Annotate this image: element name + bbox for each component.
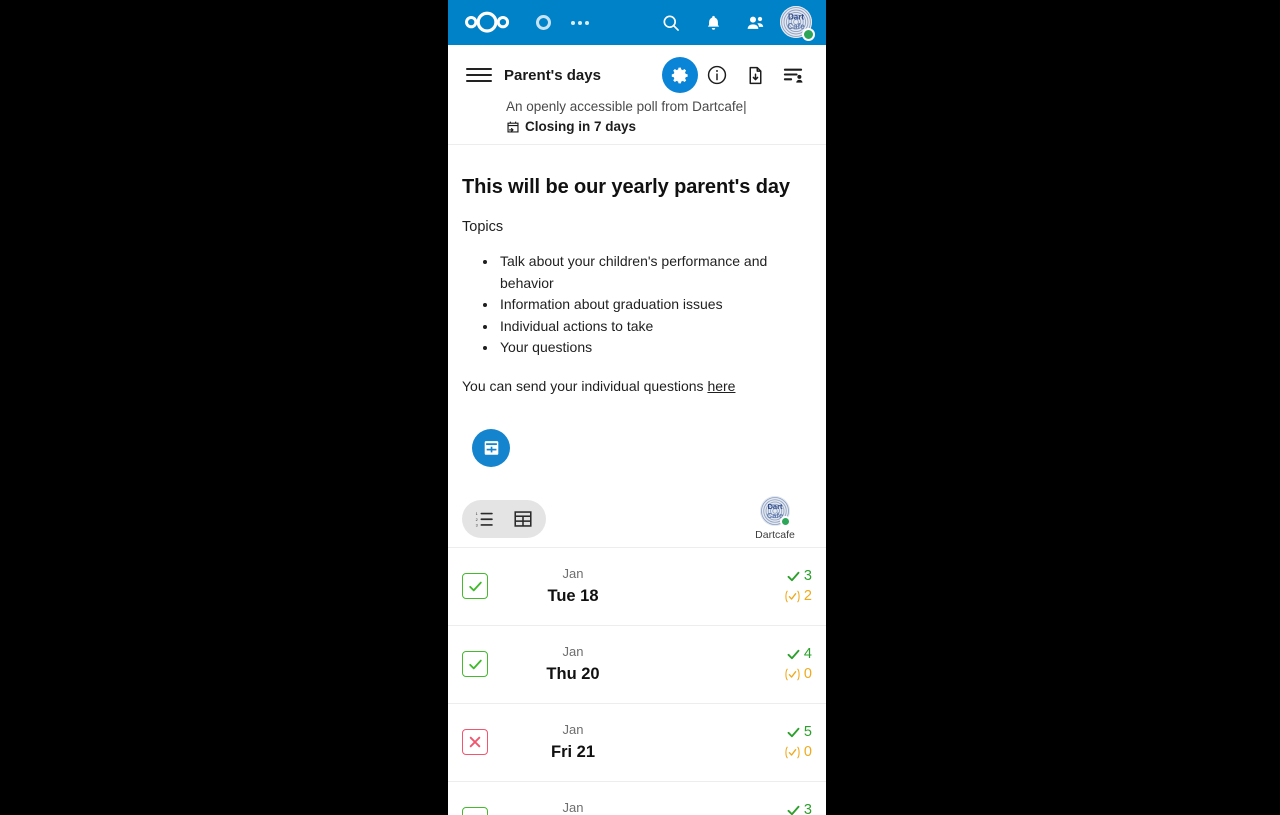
maybe-count-value: 0 — [803, 743, 812, 760]
option-month: Jan — [562, 722, 584, 737]
option-date: Jan Tue 18 — [508, 565, 638, 607]
table-row[interactable]: Jan Tue 18 3 2 — [448, 548, 826, 626]
option-date: Jan Mon 24 — [508, 799, 638, 815]
svg-text:Dart: Dart — [788, 12, 804, 21]
poll-heading: This will be our yearly parent's day — [462, 176, 790, 198]
vote-checkbox[interactable] — [462, 807, 488, 815]
vote-counts: 5 0 — [783, 723, 812, 760]
check-icon — [787, 805, 800, 815]
option-month: Jan — [562, 566, 584, 581]
option-day: Fri 21 — [550, 743, 596, 761]
vote-checkbox[interactable] — [462, 729, 488, 755]
check-icon — [787, 649, 800, 659]
yes-count: 3 — [785, 567, 812, 584]
apps-more-icon[interactable] — [560, 20, 600, 25]
search-icon[interactable] — [650, 8, 692, 38]
vote-counts: 3 2 — [783, 567, 812, 604]
description-footer: You can send your individual questions h… — [462, 378, 812, 394]
poll-options-list: Jan Tue 18 3 2 Jan Thu 20 4 0 Jan Fri 21… — [448, 546, 826, 815]
yes-count-value: 5 — [803, 723, 812, 740]
questions-link[interactable]: here — [707, 378, 735, 394]
table-row[interactable]: Jan Fri 21 5 0 — [448, 704, 826, 782]
svg-text:2: 2 — [476, 517, 478, 521]
list-item: Your questions — [498, 337, 812, 359]
user-avatar[interactable]: Dart Cafe — [780, 5, 815, 41]
vote-counts: 3 0 — [783, 801, 812, 815]
gear-icon[interactable] — [662, 57, 698, 93]
option-date: Jan Thu 20 — [508, 643, 638, 685]
option-day: Tue 18 — [547, 587, 599, 605]
poll-header: Parent's days An openly accessible poll … — [448, 45, 826, 145]
table-row[interactable]: Jan Thu 20 4 0 — [448, 626, 826, 704]
topics-label: Topics — [462, 219, 504, 235]
ordered-list-icon[interactable]: 1 2 3 — [466, 502, 504, 536]
option-date: Jan Fri 21 — [508, 721, 638, 763]
vote-checkbox[interactable] — [462, 651, 488, 677]
sort-participants-icon[interactable] — [774, 57, 812, 93]
owner-avatar-wrap: Dart Cafe — [760, 496, 791, 527]
contacts-icon[interactable] — [734, 8, 776, 38]
option-month: Jan — [562, 800, 584, 815]
option-day: Thu 20 — [546, 665, 600, 683]
yes-count-value: 3 — [803, 801, 812, 815]
check-icon — [467, 812, 484, 815]
option-month: Jan — [562, 644, 584, 659]
screen: Dart Cafe Parent's days An openly access… — [0, 0, 1280, 815]
nextcloud-logo[interactable] — [460, 10, 516, 36]
yes-count: 3 — [785, 801, 812, 815]
description-footer-text: You can send your individual questions — [462, 377, 708, 394]
list-item: Individual actions to take — [498, 316, 812, 338]
cross-icon — [469, 736, 481, 748]
poll-description: This will be our yearly parent's day Top… — [448, 176, 826, 467]
table-row[interactable]: Jan Mon 24 3 0 — [448, 782, 826, 815]
poll-owner[interactable]: Dart Cafe Dartcafe — [738, 496, 812, 541]
vote-counts: 4 0 — [783, 645, 812, 682]
owner-name: Dartcafe — [755, 529, 795, 541]
closing-label: Closing in 7 days — [525, 119, 637, 134]
owner-online-status-dot — [780, 516, 791, 527]
online-status-dot — [802, 27, 815, 41]
poll-closing-info: Closing in 7 days — [462, 119, 812, 134]
maybe-count-value: 0 — [803, 665, 812, 682]
maybe-count-value: 2 — [803, 587, 812, 604]
view-controls-row: 1 2 3 Dart Cafe Dartcafe — [448, 491, 826, 547]
svg-text:1: 1 — [476, 512, 478, 516]
info-circle-icon[interactable] — [698, 57, 736, 93]
check-icon — [787, 727, 800, 737]
hamburger-menu-icon[interactable] — [462, 58, 496, 92]
maybe-check-icon — [785, 668, 800, 680]
vote-checkbox[interactable] — [462, 573, 488, 599]
file-download-icon[interactable] — [736, 57, 774, 93]
svg-text:3: 3 — [476, 523, 478, 527]
dashboard-ring-icon[interactable] — [526, 10, 560, 36]
notifications-bell-icon[interactable] — [692, 8, 734, 38]
check-icon — [468, 659, 482, 669]
maybe-count: 2 — [783, 587, 812, 604]
maybe-count: 0 — [783, 665, 812, 682]
view-toggle[interactable]: 1 2 3 — [462, 499, 546, 538]
app-viewport: Dart Cafe Parent's days An openly access… — [448, 0, 826, 815]
maybe-count: 0 — [783, 743, 812, 760]
global-navigation-bar: Dart Cafe — [448, 0, 826, 45]
calendar-arrow-icon — [506, 120, 520, 134]
check-icon — [787, 571, 800, 581]
add-option-button[interactable] — [472, 428, 510, 467]
list-item: Information about graduation issues — [498, 294, 812, 316]
yes-count: 5 — [785, 723, 812, 740]
list-item: Talk about your children's performance a… — [498, 251, 812, 294]
maybe-check-icon — [785, 590, 800, 602]
svg-text:Dart: Dart — [767, 502, 783, 511]
poll-header-row: Parent's days — [462, 53, 812, 97]
yes-count: 4 — [785, 645, 812, 662]
poll-subtitle: An openly accessible poll from Dartcafe| — [506, 99, 747, 114]
yes-count-value: 3 — [803, 567, 812, 584]
page-title: Parent's days — [504, 66, 601, 84]
maybe-check-icon — [785, 746, 800, 758]
table-grid-icon[interactable] — [504, 502, 542, 536]
yes-count-value: 4 — [803, 645, 812, 662]
topics-list: Talk about your children's performance a… — [498, 251, 812, 359]
check-icon — [468, 581, 482, 591]
